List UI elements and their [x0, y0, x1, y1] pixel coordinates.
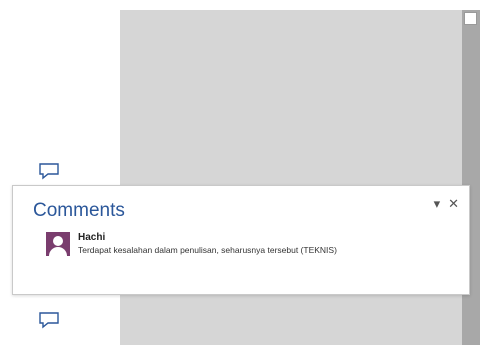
- speech-bubble-icon: [39, 312, 59, 329]
- scrollbar-thumb[interactable]: [464, 12, 477, 25]
- comments-pane: Comments ▾ ✕ Hachi Terdapat kesalahan da…: [12, 185, 470, 295]
- pane-menu-icon[interactable]: ▾: [434, 196, 441, 212]
- speech-bubble-icon: [39, 163, 59, 180]
- close-icon[interactable]: ✕: [448, 196, 459, 212]
- comment-author: Hachi: [78, 232, 106, 243]
- pane-controls: ▾ ✕: [434, 196, 459, 212]
- pane-title: Comments: [33, 200, 125, 221]
- window-edge: [480, 10, 492, 345]
- user-avatar-icon: [46, 232, 70, 256]
- comment-marker-icon[interactable]: [38, 311, 60, 333]
- comment-text[interactable]: Terdapat kesalahan dalam penulisan, seha…: [78, 245, 358, 256]
- comment-marker-icon[interactable]: [38, 162, 60, 184]
